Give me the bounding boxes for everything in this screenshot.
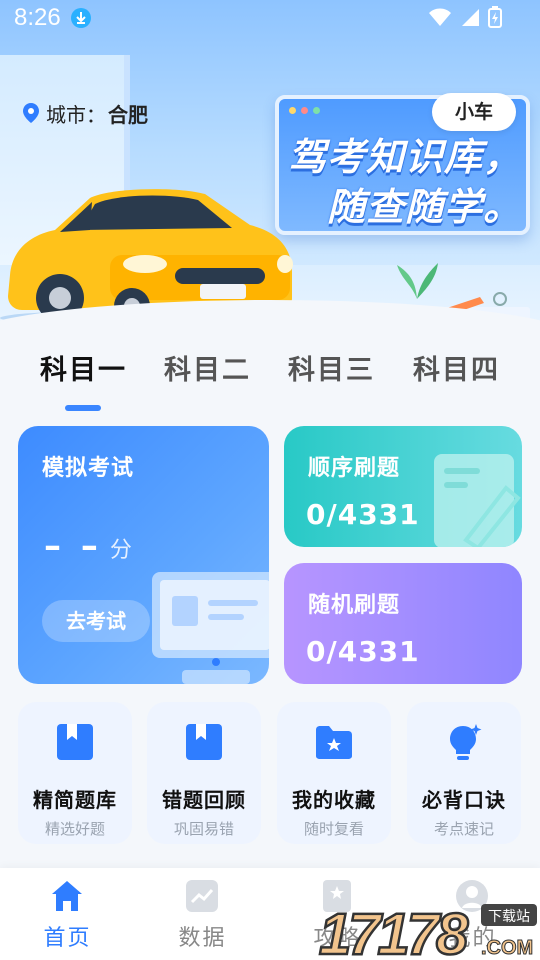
signal-icon xyxy=(462,9,479,26)
random-practice-card[interactable]: 随机刷题 0/4331 xyxy=(284,563,522,684)
sequential-practice-card[interactable]: 顺序刷题 0/4331 xyxy=(284,426,522,547)
home-icon xyxy=(52,881,82,911)
score-value: – – xyxy=(44,526,102,566)
status-time: 8:26 xyxy=(14,4,61,31)
nav-label: 首页 xyxy=(43,926,92,951)
location-pin-icon xyxy=(23,103,39,123)
tool-name: 必背口诀 xyxy=(422,788,506,812)
nav-label: 数据 xyxy=(178,926,227,951)
chart-icon xyxy=(186,880,218,912)
mock-exam-title: 模拟考试 xyxy=(42,456,135,481)
tab-subject-1[interactable]: 科目一 xyxy=(40,348,127,387)
tool-subtitle: 巩固易错 xyxy=(173,820,234,838)
tool-name: 精简题库 xyxy=(33,788,117,812)
tool-mistake-review[interactable]: 错题回顾 巩固易错 xyxy=(147,702,261,844)
site-watermark-logo: 17178 .COM 下载站 xyxy=(318,901,537,960)
svg-text:下载站: 下载站 xyxy=(488,909,530,925)
tool-mnemonics[interactable]: 必背口诀 考点速记 xyxy=(407,702,521,844)
tool-subtitle: 精选好题 xyxy=(44,820,105,838)
tool-name: 错题回顾 xyxy=(162,788,246,812)
active-tab-indicator xyxy=(65,405,101,411)
bookmark-book-icon xyxy=(57,724,93,760)
tool-subtitle: 考点速记 xyxy=(433,820,494,838)
star-folder-icon xyxy=(316,726,352,759)
slogan-line-1: 驾考知识库， xyxy=(287,137,522,179)
vehicle-type-button[interactable]: 小车 xyxy=(432,93,516,131)
nav-home[interactable]: 首页 xyxy=(0,868,135,960)
hero-banner: 驾考知识库， 随查随学。 城市： 合肥 小车 xyxy=(0,0,540,335)
random-title: 随机刷题 xyxy=(308,593,401,618)
tool-subtitle: 随时复看 xyxy=(303,820,364,838)
battery-icon xyxy=(488,6,502,28)
city-label: 城市： xyxy=(46,102,106,127)
score-unit: 分 xyxy=(109,538,132,563)
bookmark-book-icon xyxy=(186,724,222,760)
tab-subject-4[interactable]: 科目四 xyxy=(413,348,500,387)
nav-data[interactable]: 数据 xyxy=(135,868,270,960)
tab-subject-3[interactable]: 科目三 xyxy=(288,348,375,387)
slogan: 驾考知识库， 随查随学。 xyxy=(277,133,522,233)
svg-text:.COM: .COM xyxy=(481,937,533,959)
wifi-icon xyxy=(429,8,451,26)
sequential-title: 顺序刷题 xyxy=(308,456,401,481)
lightbulb-icon xyxy=(450,724,482,760)
tool-simplified-bank[interactable]: 精简题库 精选好题 xyxy=(18,702,132,844)
svg-text:17178: 17178 xyxy=(319,902,469,960)
notebook-pencil-illustration xyxy=(434,454,521,547)
tool-my-favorites[interactable]: 我的收藏 随时复看 xyxy=(277,702,391,844)
status-bar: 8:26 xyxy=(0,0,540,38)
tab-subject-2[interactable]: 科目二 xyxy=(164,348,251,387)
slogan-line-2: 随查随学。 xyxy=(326,187,522,229)
start-exam-button[interactable]: 去考试 xyxy=(42,600,150,642)
mock-exam-card[interactable]: 模拟考试 – – 分 去考试 xyxy=(18,426,269,684)
random-progress: 0/4331 xyxy=(306,635,420,668)
tool-name: 我的收藏 xyxy=(292,788,376,812)
monitor-illustration xyxy=(152,572,269,684)
sequential-progress: 0/4331 xyxy=(306,498,420,531)
city-selector[interactable]: 城市： 合肥 xyxy=(22,98,148,128)
mock-exam-score: – – 分 xyxy=(44,526,132,566)
subject-tabs: 科目一 科目二 科目三 科目四 xyxy=(20,348,520,418)
download-icon xyxy=(71,8,91,28)
city-value: 合肥 xyxy=(108,102,148,127)
